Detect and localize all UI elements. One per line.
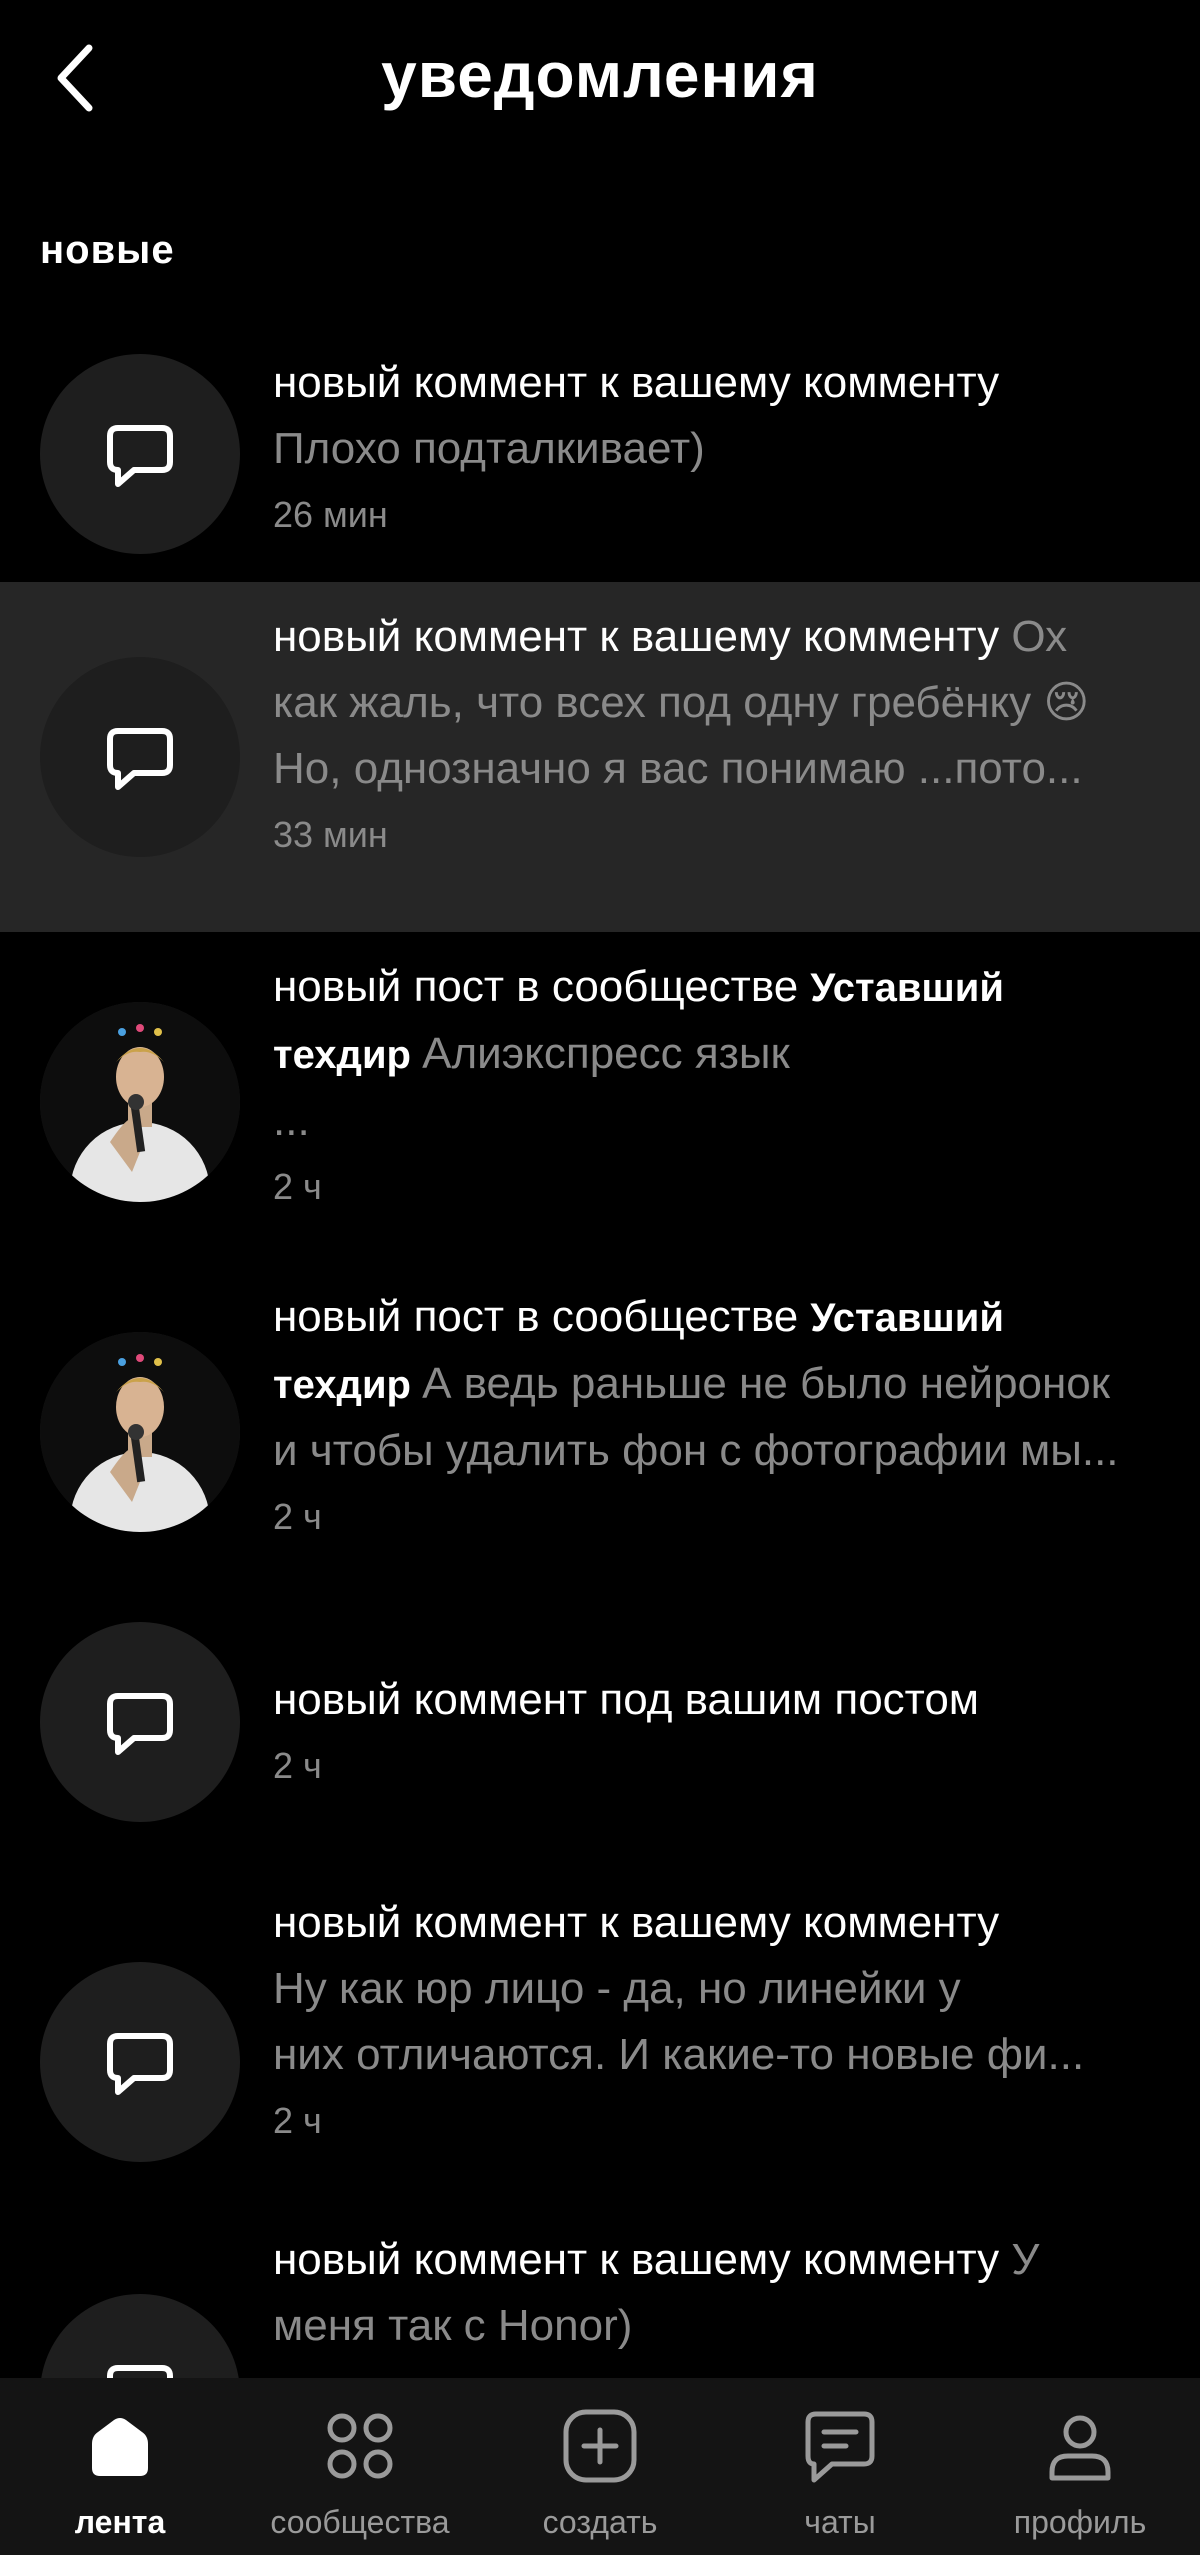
community-avatar — [40, 1332, 240, 1532]
notification-preview: Ох — [1011, 612, 1068, 661]
tab-label: чаты — [804, 2504, 876, 2540]
tab-profile[interactable]: профиль — [960, 2378, 1200, 2555]
notification-text-line: новый пост в сообществе Уставший — [273, 1284, 1160, 1351]
notification-preview: А ведь раньше не было нейронок — [422, 1359, 1111, 1408]
comment-icon — [107, 2033, 173, 2095]
notification-preview: Плохо подталкивает) — [273, 424, 705, 473]
notification-title: новый коммент под вашим постом — [273, 1675, 980, 1724]
bottom-tab-bar: лента сообщества создать чаты профиль — [0, 2378, 1200, 2555]
tab-label: профиль — [1013, 2504, 1147, 2540]
notification-preview: У — [1011, 2235, 1040, 2284]
notification-item[interactable]: новый коммент к вашему комменту Плохо под… — [0, 330, 1200, 582]
notification-item[interactable]: новый пост в сообществе Уставший техдир А… — [0, 1262, 1200, 1582]
tab-plus-square[interactable]: создать — [480, 2378, 720, 2555]
chat-icon — [800, 2406, 880, 2486]
notification-content: новый пост в сообществе Уставший техдир А… — [273, 1284, 1160, 1542]
notification-item[interactable]: новый коммент к вашему комменту Ну как юр… — [0, 1862, 1200, 2202]
notification-preview: Но, однозначно я вас понимаю ...пото... — [273, 744, 1083, 793]
notification-content: новый коммент к вашему комменту Ну как юр… — [273, 1890, 1160, 2146]
community-name[interactable]: техдир — [273, 1033, 422, 1077]
notification-icon — [40, 1962, 240, 2162]
page-title: уведомления — [381, 39, 819, 111]
notification-preview: и чтобы удалить фон с фотографии мы... — [273, 1426, 1119, 1475]
notification-icon — [40, 1622, 240, 1822]
notification-text-line: техдир А ведь раньше не было нейронок — [273, 1351, 1160, 1418]
notification-preview: меня так с Honor) — [273, 2301, 633, 2350]
notification-text-line: Но, однозначно я вас понимаю ...пото... — [273, 736, 1160, 802]
notification-item[interactable]: новый коммент к вашему комменту Уменя та… — [0, 2202, 1200, 2494]
notification-text-line: новый пост в сообществе Уставший — [273, 954, 1160, 1021]
comment-icon — [107, 1693, 173, 1755]
notification-text-line: новый коммент к вашему комменту Ох — [273, 604, 1160, 670]
notification-preview: Ну как юр лицо - да, но линейки у — [273, 1964, 961, 2013]
notification-content: новый коммент под вашим постом 2 ч — [273, 1667, 1160, 1791]
notification-text-line: новый коммент к вашему комменту У — [273, 2227, 1160, 2293]
comment-icon — [107, 425, 173, 487]
notification-time: 26 мин — [273, 494, 388, 535]
tab-grid[interactable]: сообщества — [240, 2378, 480, 2555]
notification-text-line: Ну как юр лицо - да, но линейки у — [273, 1956, 1160, 2022]
notification-text-line: новый коммент к вашему комменту — [273, 350, 1160, 416]
community-avatar-image — [40, 1002, 240, 1202]
community-name[interactable]: техдир — [273, 1363, 422, 1407]
notification-text-line: них отличаются. И какие-то новые фи... — [273, 2022, 1160, 2088]
notification-preview: ... — [273, 1096, 310, 1145]
notification-title: новый коммент к вашему комменту — [273, 612, 1012, 661]
notification-content: новый коммент к вашему комменту Уменя та… — [273, 2227, 1160, 2359]
notification-item[interactable]: новый пост в сообществе Уставший техдир А… — [0, 932, 1200, 1262]
notification-text-line: новый коммент под вашим постом — [273, 1667, 1160, 1733]
notification-text-line: Плохо подталкивает) — [273, 416, 1160, 482]
notification-time: 2 ч — [273, 1496, 322, 1537]
notification-item[interactable]: новый коммент к вашему комменту Ох как жа… — [0, 582, 1200, 932]
notification-text-line: новый коммент к вашему комменту — [273, 1890, 1160, 1956]
notification-preview: них отличаются. И какие-то новые фи... — [273, 2030, 1085, 2079]
notification-text-line: техдир Алиэкспресс язык — [273, 1021, 1160, 1088]
section-label: новые — [40, 228, 175, 272]
tab-chat[interactable]: чаты — [720, 2378, 960, 2555]
notification-icon — [40, 354, 240, 554]
notification-preview: Алиэкспресс язык — [422, 1029, 790, 1078]
notification-title: новый коммент к вашему комменту — [273, 2235, 1012, 2284]
notification-time: 2 ч — [273, 1745, 322, 1786]
notification-title: новый коммент к вашему комменту — [273, 358, 1000, 407]
community-name[interactable]: Уставший — [810, 966, 1004, 1010]
comment-icon — [107, 728, 173, 790]
notification-content: новый коммент к вашему комменту Ох как жа… — [273, 604, 1160, 860]
notification-title: новый пост в сообществе — [273, 962, 811, 1011]
tab-home[interactable]: лента — [0, 2378, 240, 2555]
header: уведомления — [0, 0, 1200, 160]
notification-title: новый пост в сообществе — [273, 1292, 811, 1341]
notification-preview: как жаль, что всех под одну гребёнку 😢 — [273, 678, 1090, 727]
notification-title: новый коммент к вашему комменту — [273, 1898, 1000, 1947]
profile-icon — [1040, 2406, 1120, 2486]
notification-icon — [40, 657, 240, 857]
home-icon — [80, 2406, 160, 2486]
notification-text-line: и чтобы удалить фон с фотографии мы... — [273, 1418, 1160, 1484]
notification-content: новый коммент к вашему комменту Плохо под… — [273, 350, 1160, 540]
notification-content: новый пост в сообществе Уставший техдир А… — [273, 954, 1160, 1212]
community-avatar-image — [40, 1332, 240, 1532]
plus-square-icon — [560, 2406, 640, 2486]
notification-time: 2 ч — [273, 2100, 322, 2141]
notification-time: 2 ч — [273, 1166, 322, 1207]
notification-text-line: меня так с Honor) — [273, 2293, 1160, 2359]
notification-text-line: как жаль, что всех под одну гребёнку 😢 — [273, 670, 1160, 736]
notification-item[interactable]: новый коммент под вашим постом 2 ч — [0, 1582, 1200, 1862]
community-avatar — [40, 1002, 240, 1202]
community-name[interactable]: Уставший — [810, 1296, 1004, 1340]
notification-text-line: ... — [273, 1088, 1160, 1154]
tab-label: создать — [542, 2504, 658, 2540]
notification-time: 33 мин — [273, 814, 388, 855]
grid-icon — [320, 2406, 400, 2486]
tab-label: сообщества — [270, 2504, 450, 2540]
tab-label: лента — [74, 2504, 166, 2540]
